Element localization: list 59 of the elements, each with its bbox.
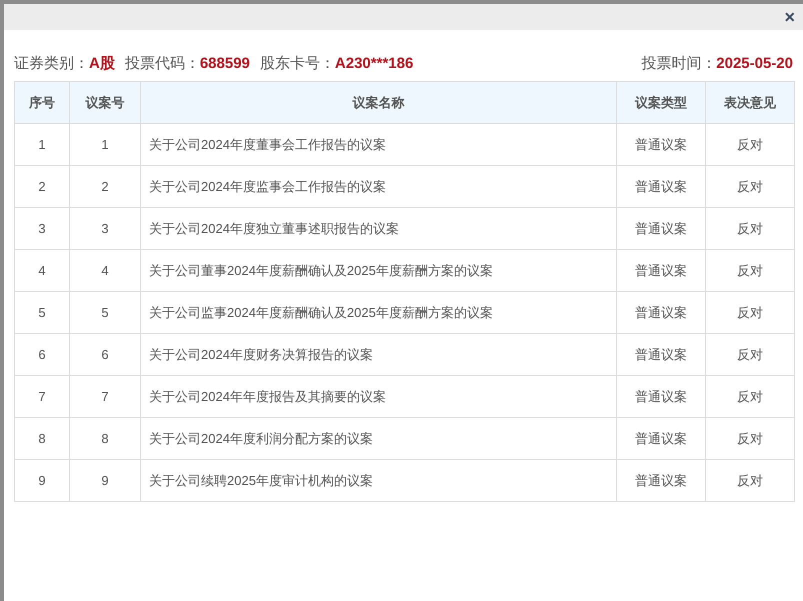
column-header: 表决意见 [706, 82, 794, 124]
table-cell: 反对 [706, 124, 794, 166]
close-button[interactable]: × [780, 8, 799, 26]
field-label: 投票时间： [641, 54, 716, 74]
table-cell: 反对 [706, 250, 794, 292]
table-cell: 4 [14, 250, 70, 292]
table-cell: 普通议案 [616, 124, 706, 166]
table-cell: 8 [70, 418, 140, 460]
table-cell: 普通议案 [616, 166, 706, 208]
table-cell: 5 [14, 292, 70, 334]
table-cell: 9 [70, 460, 140, 502]
table-cell: 反对 [706, 460, 794, 502]
table-cell: 2 [70, 166, 140, 208]
table-cell: 普通议案 [616, 376, 706, 418]
field-label: 股东卡号： [260, 54, 335, 74]
table-cell: 普通议案 [616, 250, 706, 292]
table-cell: 3 [14, 208, 70, 250]
table-cell: 普通议案 [616, 418, 706, 460]
table-cell: 6 [70, 334, 140, 376]
table-cell: 普通议案 [616, 208, 706, 250]
table-cell: 关于公司2024年度监事会工作报告的议案 [140, 166, 616, 208]
table-cell: 关于公司2024年度财务决算报告的议案 [140, 334, 616, 376]
table-cell: 关于公司监事2024年度薪酬确认及2025年度薪酬方案的议案 [140, 292, 616, 334]
table-cell: 关于公司2024年年度报告及其摘要的议案 [140, 376, 616, 418]
column-header: 序号 [14, 82, 70, 124]
table-cell: 1 [70, 124, 140, 166]
column-header: 议案类型 [616, 82, 706, 124]
table-cell: 反对 [706, 376, 794, 418]
table-cell: 9 [14, 460, 70, 502]
table-cell: 反对 [706, 334, 794, 376]
table-cell: 7 [14, 376, 70, 418]
table-cell: 8 [14, 418, 70, 460]
table-cell: 反对 [706, 166, 794, 208]
field-value: A股 [89, 54, 115, 74]
table-cell: 反对 [706, 292, 794, 334]
table-cell: 关于公司2024年度独立董事述职报告的议案 [140, 208, 616, 250]
table-cell: 4 [70, 250, 140, 292]
table-cell: 反对 [706, 208, 794, 250]
table-cell: 3 [70, 208, 140, 250]
column-header: 议案名称 [140, 82, 616, 124]
table-cell: 7 [70, 376, 140, 418]
column-header: 议案号 [70, 82, 140, 124]
table-cell: 反对 [706, 418, 794, 460]
table-cell: 2 [14, 166, 70, 208]
table-cell: 6 [14, 334, 70, 376]
table-cell: 关于公司2024年度董事会工作报告的议案 [140, 124, 616, 166]
table-cell: 普通议案 [616, 460, 706, 502]
table-cell: 关于公司续聘2025年度审计机构的议案 [140, 460, 616, 502]
table-cell: 1 [14, 124, 70, 166]
table-cell: 普通议案 [616, 334, 706, 376]
table-cell: 5 [70, 292, 140, 334]
field-value: A230***186 [334, 54, 414, 74]
table-cell: 关于公司董事2024年度薪酬确认及2025年度薪酬方案的议案 [140, 250, 616, 292]
field-value: 688599 [200, 54, 250, 74]
table-cell: 普通议案 [616, 292, 706, 334]
field-label: 证券类别： [14, 54, 89, 74]
table-cell: 关于公司2024年度利润分配方案的议案 [140, 418, 616, 460]
field-label: 投票代码： [124, 54, 200, 74]
field-value: 2025-05-20 [716, 54, 793, 74]
